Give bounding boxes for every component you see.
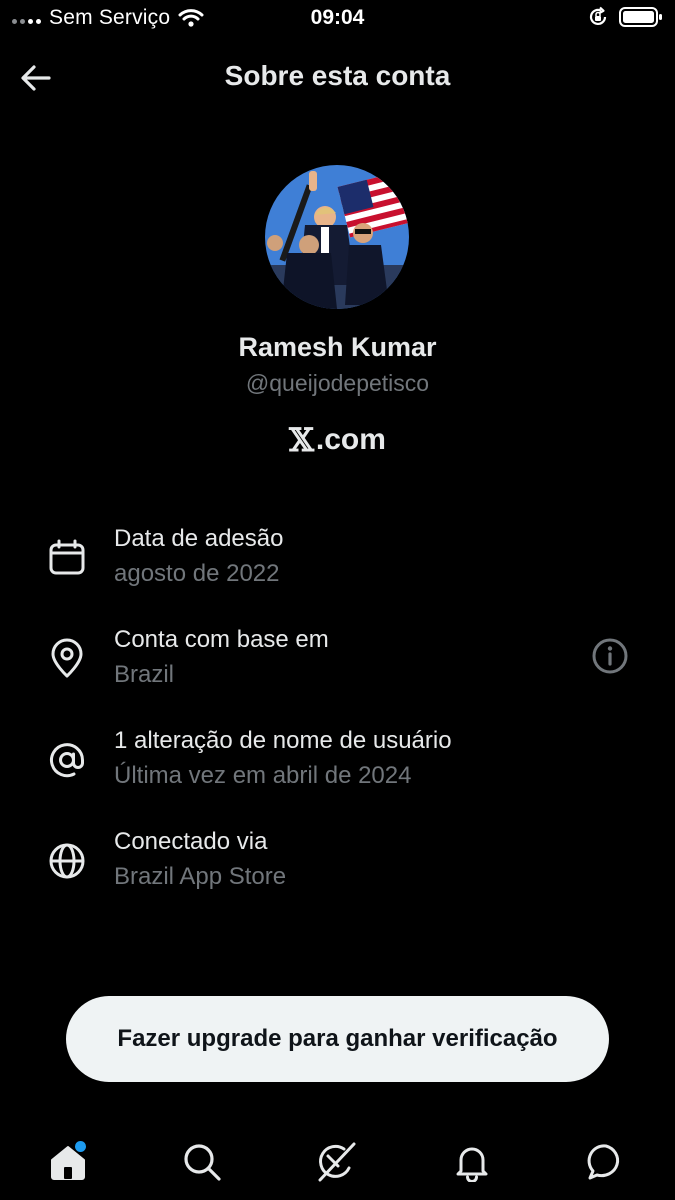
profile-handle: @queijodepetisco (245, 370, 430, 396)
upgrade-verification-button[interactable]: Fazer upgrade para ganhar verificação (66, 996, 609, 1082)
tab-notifications[interactable] (442, 1132, 502, 1192)
at-sign-icon (50, 743, 84, 778)
calendar-icon (49, 539, 85, 575)
status-right (587, 6, 663, 28)
tab-search[interactable] (172, 1132, 232, 1192)
bottom-tab-bar (0, 1120, 675, 1200)
avatar-photo (265, 165, 409, 309)
tab-home[interactable] (38, 1132, 98, 1192)
status-bar: Sem Serviço 09:04 (0, 0, 675, 38)
about-account-screen: Sem Serviço 09:04 Sobre esta conta Rames… (0, 0, 675, 1200)
profile-name: Ramesh Kumar (238, 332, 437, 362)
tab-grok[interactable] (306, 1132, 366, 1192)
info-title: Conta com base em (114, 626, 329, 653)
new-content-dot (75, 1141, 86, 1152)
profile-site: 𝕏 .com (0, 420, 675, 460)
info-title: Data de adesão (114, 525, 284, 552)
battery-icon (619, 7, 662, 27)
info-row-username-changes: 1 alteração de nome de usuário Última ve… (0, 722, 675, 802)
info-subtitle: Brazil App Store (114, 863, 287, 890)
bell-icon (456, 1147, 488, 1182)
x-logo: 𝕏 (289, 421, 314, 459)
tab-messages[interactable] (576, 1132, 636, 1192)
orientation-lock-icon (589, 6, 607, 26)
info-row-based-in: Conta com base em Brazil (0, 621, 675, 701)
info-circle-icon[interactable] (591, 637, 629, 675)
messages-icon (587, 1144, 620, 1180)
info-row-connected-via: Conectado via Brazil App Store (0, 823, 675, 903)
status-time: 09:04 (310, 6, 365, 29)
profile-avatar[interactable] (265, 165, 409, 309)
search-icon (184, 1144, 221, 1181)
grok-icon (318, 1142, 356, 1182)
info-title: Conectado via (114, 828, 268, 855)
nav-header: Sobre esta conta (0, 52, 675, 102)
info-subtitle: Última vez em abril de 2024 (114, 762, 412, 789)
info-subtitle: Brazil (114, 661, 175, 688)
site-suffix: .com (315, 423, 386, 456)
location-pin-icon (51, 638, 83, 678)
info-title: 1 alteração de nome de usuário (114, 727, 452, 754)
info-subtitle: agosto de 2022 (114, 560, 280, 587)
page-title: Sobre esta conta (224, 60, 451, 91)
globe-icon (49, 843, 85, 879)
info-row-join-date: Data de adesão agosto de 2022 (0, 520, 675, 600)
